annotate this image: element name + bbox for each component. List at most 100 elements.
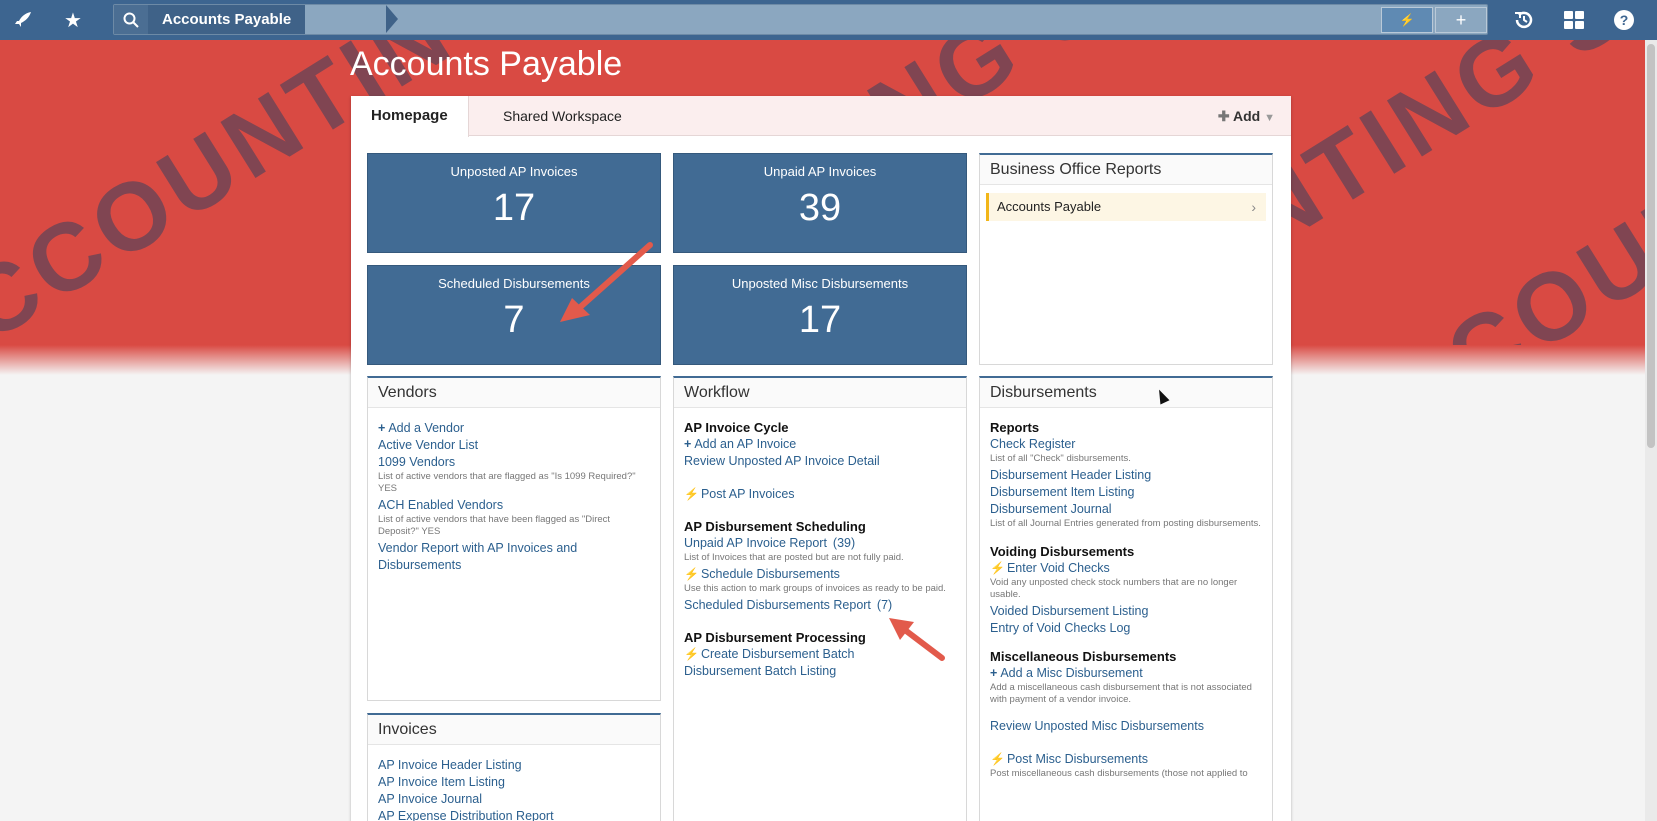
- plus-icon: +: [1455, 9, 1467, 30]
- active-vendor-list-link[interactable]: Active Vendor List: [378, 437, 650, 454]
- review-unposted-misc-link[interactable]: Review Unposted Misc Disbursements: [990, 718, 1262, 735]
- tile-label: Unposted AP Invoices: [450, 164, 578, 179]
- disbursement-batch-listing-link[interactable]: Disbursement Batch Listing: [684, 663, 956, 680]
- ap-invoice-journal-link[interactable]: AP Invoice Journal: [378, 791, 650, 808]
- report-row-label: Accounts Payable: [997, 199, 1102, 214]
- disbursement-journal-link[interactable]: Disbursement Journal: [990, 501, 1262, 518]
- add-ap-invoice-link[interactable]: + Add an AP Invoice: [684, 436, 956, 453]
- disbursement-item-listing-link[interactable]: Disbursement Item Listing: [990, 484, 1262, 501]
- post-misc-disbursements-link[interactable]: ⚡ Post Misc Disbursements: [990, 751, 1262, 768]
- add-ap-invoice-label: Add an AP Invoice: [694, 437, 797, 451]
- schedule-disbursements-description: Use this action to mark groups of invoic…: [684, 583, 946, 594]
- scheduled-report-label: Scheduled Disbursements Report: [684, 598, 871, 612]
- tile-scheduled-disbursements[interactable]: Scheduled Disbursements 7: [367, 265, 661, 365]
- page-scrollbar[interactable]: [1645, 40, 1657, 821]
- breadcrumb-label[interactable]: Accounts Payable: [148, 5, 306, 34]
- tile-value: 17: [798, 299, 842, 341]
- add-button[interactable]: +: [1435, 7, 1487, 33]
- void-checks-description: Void any unposted check stock numbers th…: [990, 577, 1238, 600]
- check-register-link[interactable]: Check Register: [990, 436, 1262, 453]
- history-icon[interactable]: [1510, 6, 1538, 34]
- post-ap-invoices-link[interactable]: ⚡ Post AP Invoices: [684, 486, 956, 503]
- workflow-panel: Workflow AP Invoice Cycle + Add an AP Inv…: [673, 376, 967, 821]
- tab-shared-workspace[interactable]: Shared Workspace: [483, 96, 642, 136]
- chevron-right-icon: ›: [1251, 199, 1256, 215]
- post-misc-description: Post miscellaneous cash disbursements (t…: [990, 768, 1248, 779]
- disbursement-header-listing-link[interactable]: Disbursement Header Listing: [990, 467, 1262, 484]
- unpaid-report-label: Unpaid AP Invoice Report: [684, 536, 827, 550]
- caret-down-icon: ▼: [1264, 112, 1275, 124]
- scrollbar-thumb[interactable]: [1647, 44, 1655, 448]
- ap-expense-distribution-report-link[interactable]: AP Expense Distribution Report: [378, 808, 650, 821]
- schedule-disbursements-link[interactable]: ⚡ Schedule Disbursements: [684, 566, 956, 583]
- unpaid-ap-invoice-report-link[interactable]: Unpaid AP Invoice Report (39): [684, 535, 956, 552]
- panel-title: Workflow: [674, 378, 966, 408]
- check-register-description: List of all "Check" disbursements.: [990, 453, 1131, 464]
- enter-void-checks-label: Enter Void Checks: [1006, 561, 1110, 575]
- bolt-icon: ⚡: [684, 647, 699, 661]
- add-menu-label: Add: [1233, 108, 1261, 124]
- help-icon[interactable]: ?: [1610, 6, 1638, 34]
- post-ap-invoices-label: Post AP Invoices: [700, 487, 795, 501]
- tile-unposted-misc-disbursements[interactable]: Unposted Misc Disbursements 17: [673, 265, 967, 365]
- tile-value: 17: [492, 187, 536, 229]
- tile-value: 7: [503, 299, 525, 341]
- void-checks-log-link[interactable]: Entry of Void Checks Log: [990, 620, 1262, 637]
- disbursements-panel: Disbursements Reports Check Register Lis…: [979, 376, 1273, 821]
- panel-title: Disbursements: [980, 378, 1272, 408]
- bolt-icon: ⚡: [990, 561, 1005, 575]
- misc-disbursements-heading: Miscellaneous Disbursements: [990, 649, 1177, 664]
- star-icon[interactable]: ★: [59, 6, 87, 34]
- vendor-report-link[interactable]: Vendor Report with AP Invoices and Disbu…: [378, 540, 650, 574]
- 1099-vendors-link[interactable]: 1099 Vendors: [378, 454, 650, 471]
- tile-unpaid-ap-invoices[interactable]: Unpaid AP Invoices 39: [673, 153, 967, 253]
- 1099-vendors-description: List of active vendors that are flagged …: [378, 471, 636, 494]
- schedule-disbursements-label: Schedule Disbursements: [700, 567, 840, 581]
- ap-invoice-cycle-heading: AP Invoice Cycle: [684, 420, 789, 435]
- unpaid-report-count: (39): [832, 536, 856, 550]
- quick-actions-button[interactable]: ⚡: [1381, 7, 1433, 33]
- top-navigation-bar: ★ Accounts Payable ⚡ + ?: [0, 0, 1657, 40]
- plus-icon: +: [684, 437, 692, 451]
- add-vendor-link[interactable]: + Add a Vendor: [378, 420, 650, 437]
- breadcrumb-arrow: [386, 5, 398, 33]
- create-disbursement-batch-link[interactable]: ⚡ Create Disbursement Batch: [684, 646, 956, 663]
- create-batch-label: Create Disbursement Batch: [700, 647, 855, 661]
- tile-unposted-ap-invoices[interactable]: Unposted AP Invoices 17: [367, 153, 661, 253]
- search-icon[interactable]: [114, 5, 148, 34]
- invoices-panel: Invoices AP Invoice Header Listing AP In…: [367, 713, 661, 821]
- review-unposted-invoice-link[interactable]: Review Unposted AP Invoice Detail: [684, 453, 956, 470]
- svg-text:?: ?: [1620, 12, 1629, 28]
- add-menu[interactable]: ✚ Add ▼: [1218, 96, 1275, 136]
- dashboard-card: Homepage Shared Workspace ✚ Add ▼ Unpost…: [351, 96, 1291, 821]
- tab-bar: Homepage Shared Workspace ✚ Add ▼: [351, 96, 1291, 137]
- disbursement-journal-description: List of all Journal Entries generated fr…: [990, 518, 1261, 529]
- panel-title: Invoices: [368, 715, 660, 745]
- breadcrumb: Accounts Payable ⚡ +: [113, 4, 1488, 35]
- business-office-reports-panel: Business Office Reports Accounts Payable…: [979, 153, 1273, 365]
- enter-void-checks-link[interactable]: ⚡ Enter Void Checks: [990, 560, 1262, 577]
- page-title: Accounts Payable: [350, 45, 623, 83]
- ach-enabled-vendors-link[interactable]: ACH Enabled Vendors: [378, 497, 650, 514]
- tile-label: Scheduled Disbursements: [438, 276, 590, 291]
- scheduled-disbursements-report-link[interactable]: Scheduled Disbursements Report (7): [684, 597, 956, 614]
- tile-label: Unposted Misc Disbursements: [731, 276, 909, 291]
- voided-disbursement-listing-link[interactable]: Voided Disbursement Listing: [990, 603, 1262, 620]
- ap-invoice-header-listing-link[interactable]: AP Invoice Header Listing: [378, 757, 650, 774]
- vendors-panel: Vendors + Add a Vendor Active Vendor List…: [367, 376, 661, 701]
- tile-label: Unpaid AP Invoices: [763, 164, 877, 179]
- grid-icon[interactable]: [1560, 6, 1588, 34]
- rocket-icon[interactable]: [10, 6, 38, 34]
- plus-icon: +: [990, 666, 998, 680]
- ap-invoice-item-listing-link[interactable]: AP Invoice Item Listing: [378, 774, 650, 791]
- report-row-accounts-payable[interactable]: Accounts Payable ›: [986, 193, 1266, 221]
- bolt-icon: ⚡: [684, 487, 699, 501]
- add-misc-disbursement-link[interactable]: + Add a Misc Disbursement: [990, 665, 1262, 682]
- tab-homepage[interactable]: Homepage: [351, 96, 469, 137]
